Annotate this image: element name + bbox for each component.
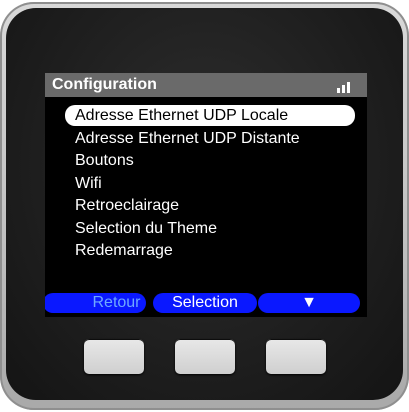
menu-item-retroeclairage[interactable]: Retroeclairage <box>65 195 355 216</box>
menu-item-boutons[interactable]: Boutons <box>65 150 355 171</box>
menu-item-redemarrage[interactable]: Redemarrage <box>65 240 355 261</box>
hardware-button-a[interactable] <box>84 339 144 374</box>
menu-item-udp-local[interactable]: Adresse Ethernet UDP Locale <box>65 105 355 126</box>
softkey-retour[interactable]: Retour <box>45 293 146 313</box>
softkey-retour-label: Retour <box>92 294 141 311</box>
title-bar: Configuration <box>45 73 367 97</box>
menu-item-udp-distante[interactable]: Adresse Ethernet UDP Distante <box>65 128 355 149</box>
softkey-selection[interactable]: Selection <box>153 293 257 313</box>
menu-item-wifi[interactable]: Wifi <box>65 173 355 194</box>
menu-item-theme[interactable]: Selection du Theme <box>65 218 355 239</box>
lcd-screen: Configuration Adresse Ethernet UDP Local… <box>45 73 367 317</box>
softkey-down-arrow-icon[interactable]: ▼ <box>258 293 360 313</box>
signal-bars-icon <box>335 79 355 93</box>
screen-title: Configuration <box>52 76 157 93</box>
hardware-button-c[interactable] <box>266 339 326 374</box>
softkey-bar: Retour Selection ▼ <box>45 293 367 313</box>
hardware-button-b[interactable] <box>175 339 235 374</box>
